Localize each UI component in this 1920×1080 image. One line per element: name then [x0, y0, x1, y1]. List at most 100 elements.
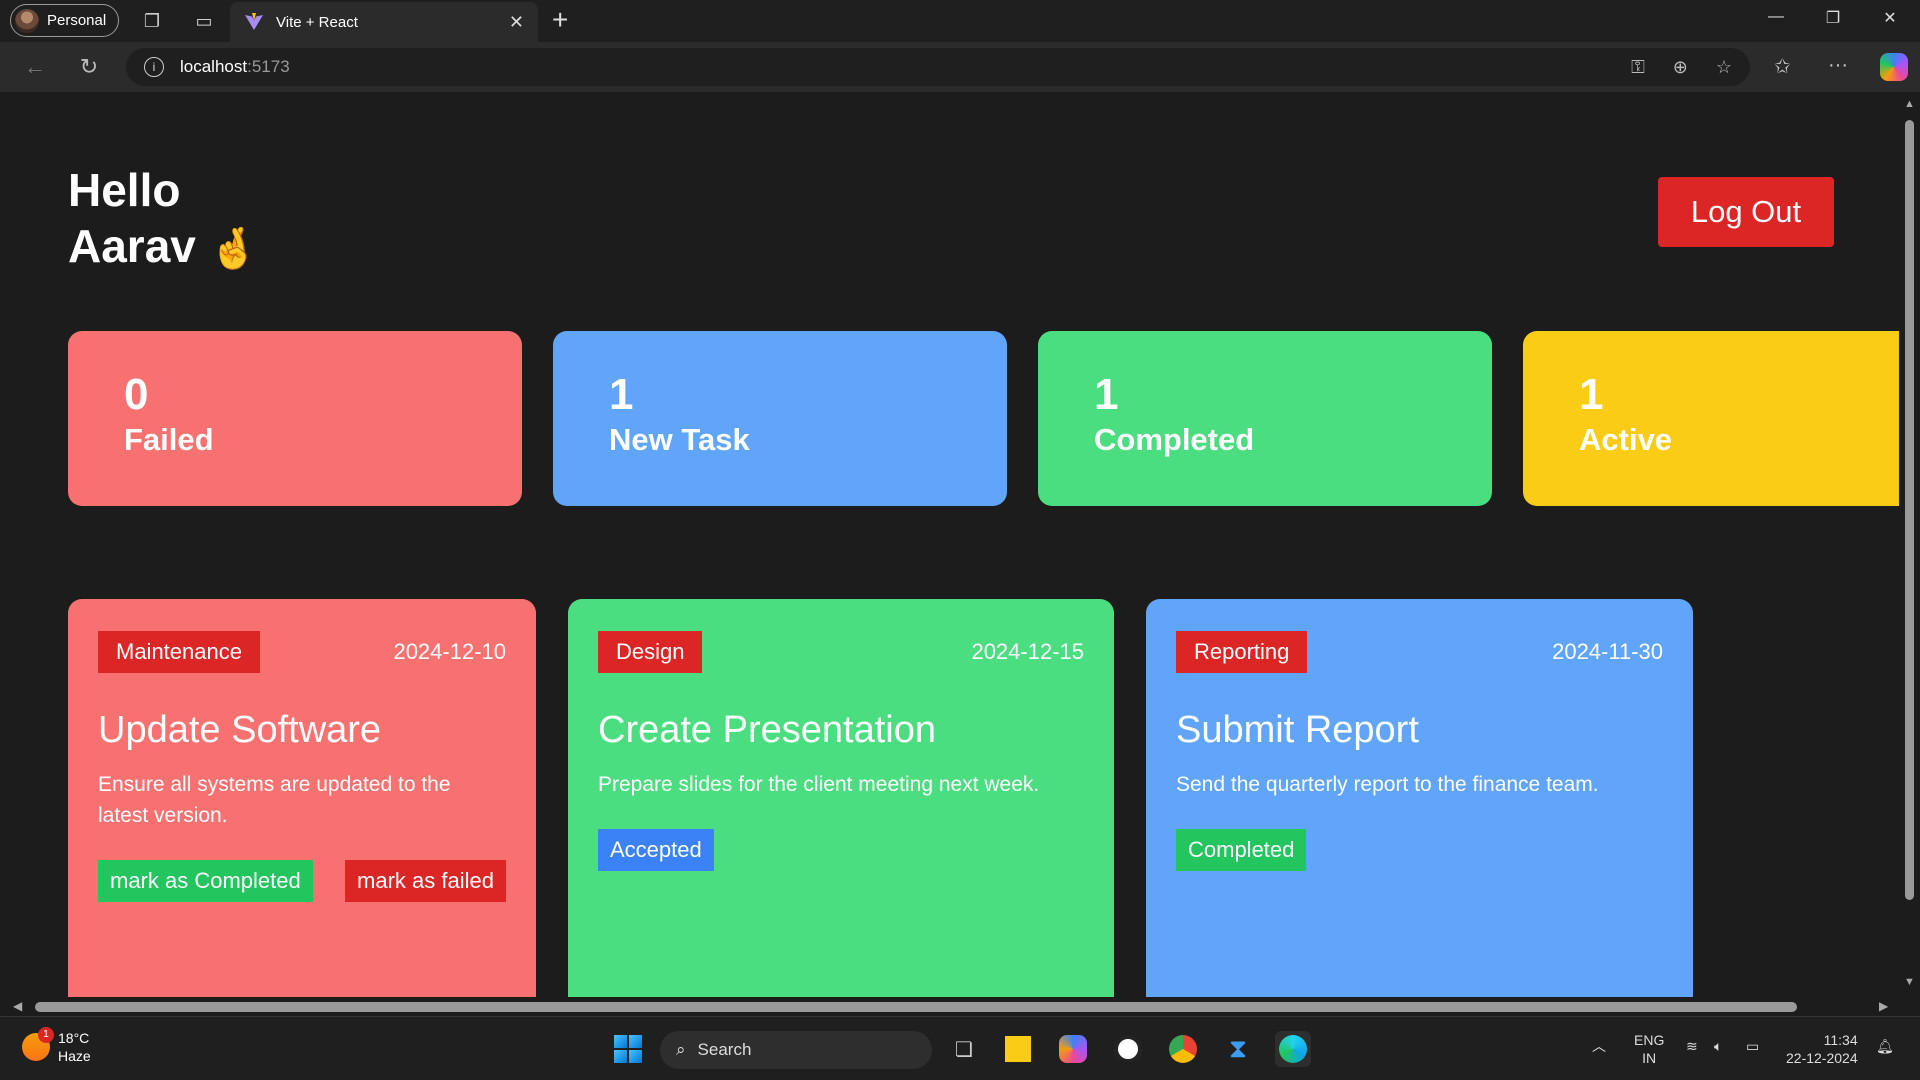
language-code: ENG: [1634, 1032, 1665, 1048]
copilot-icon[interactable]: [1880, 53, 1908, 81]
tab-actions-icon[interactable]: ▭: [192, 9, 216, 33]
scroll-right-icon[interactable]: ▶: [1879, 999, 1888, 1013]
refresh-icon[interactable]: ↻: [74, 52, 104, 82]
stat-card-failed: 0 Failed: [68, 331, 522, 506]
stat-label: New Task: [609, 422, 750, 457]
task-date: 2024-11-30: [1552, 639, 1663, 664]
address-toolbar: ← ↻ i localhost:5173 ⚿ ⊕ ☆ ✩ ···: [0, 42, 1920, 92]
task-view-icon[interactable]: ❏: [946, 1031, 982, 1067]
weather-temp: 18°C: [58, 1030, 90, 1046]
stat-card-active: 1 Active: [1523, 331, 1899, 506]
task-title: Submit Report: [1176, 709, 1419, 751]
notification-badge: 1: [38, 1027, 54, 1043]
clock[interactable]: 11:34 22-12-2024: [1786, 1031, 1858, 1067]
horizontal-scrollbar[interactable]: ◀ ▶: [5, 997, 1899, 1016]
stat-label: Completed: [1094, 422, 1255, 457]
clock-time: 11:34: [1823, 1032, 1858, 1048]
window-close-icon[interactable]: ✕: [1878, 8, 1902, 28]
profile-label: Personal: [47, 12, 107, 29]
stat-count: 1: [1094, 370, 1119, 419]
tab-title: Vite + React: [276, 13, 358, 31]
logout-button[interactable]: Log Out: [1658, 177, 1834, 247]
stat-card-completed: 1 Completed: [1038, 331, 1492, 506]
task-description: Ensure all systems are updated to the la…: [98, 773, 451, 827]
battery-icon[interactable]: ▭: [1746, 1037, 1759, 1055]
profile-button[interactable]: Personal: [10, 4, 120, 37]
task-date: 2024-12-15: [971, 639, 1084, 664]
task-date: 2024-12-10: [393, 639, 506, 664]
weather-haze-icon: 1: [22, 1027, 54, 1061]
windows-taskbar: 1 18°C Haze ⌕ Search ❏ ⧗ ︿ ENG IN ≋ 🔈︎ ▭…: [0, 1016, 1920, 1080]
task-title: Create Presentation: [598, 709, 936, 751]
task-category-badge: Maintenance: [98, 631, 260, 673]
chrome-icon[interactable]: [1165, 1031, 1201, 1067]
stat-count: 0: [124, 370, 149, 419]
status-completed-badge: Completed: [1176, 829, 1307, 871]
windows-logo-icon: [614, 1035, 642, 1063]
address-bar[interactable]: i localhost:5173 ⚿ ⊕ ☆: [126, 48, 1750, 86]
weather-desc: Haze: [58, 1048, 91, 1064]
password-key-icon[interactable]: ⚿: [1631, 57, 1645, 78]
task-title: Update Software: [98, 709, 382, 751]
vertical-scroll-thumb[interactable]: [1905, 120, 1914, 900]
tab-close-icon[interactable]: ✕: [509, 12, 524, 33]
task-card-update-software: Maintenance 2024-12-10 Update Software E…: [68, 599, 536, 997]
favorite-star-icon[interactable]: ☆: [1716, 57, 1732, 78]
mark-failed-button[interactable]: mark as failed: [345, 860, 506, 902]
sticky-notes-icon[interactable]: [1000, 1031, 1036, 1067]
greeting-heading: Hello Aarav 🤞: [68, 162, 258, 277]
more-menu-icon[interactable]: ···: [1828, 54, 1848, 77]
crossed-fingers-emoji: 🤞: [208, 227, 259, 271]
clock-date: 22-12-2024: [1786, 1050, 1858, 1066]
taskbar-search[interactable]: ⌕ Search: [660, 1031, 932, 1069]
zoom-icon[interactable]: ⊕: [1673, 57, 1688, 78]
vscode-icon[interactable]: ⧗: [1220, 1031, 1256, 1067]
new-tab-icon[interactable]: +: [552, 6, 568, 34]
stat-label: Active: [1579, 422, 1673, 457]
vertical-scrollbar[interactable]: ▲ ▼: [1899, 92, 1920, 997]
url-host: localhost: [180, 57, 248, 76]
task-category-badge: Reporting: [1176, 631, 1308, 673]
workspaces-icon[interactable]: ❐: [140, 9, 164, 33]
stat-label: Failed: [124, 422, 214, 457]
status-accepted-badge: Accepted: [598, 829, 714, 871]
search-icon: ⌕: [676, 1040, 686, 1059]
volume-icon[interactable]: 🔈︎: [1714, 1037, 1722, 1055]
task-description: Send the quarterly report to the finance…: [1176, 773, 1599, 796]
stat-count: 1: [1579, 370, 1604, 419]
greeting-line: Hello: [68, 164, 181, 216]
page-viewport: Hello Aarav 🤞 Log Out 0 Failed 1 New Tas…: [5, 92, 1899, 997]
vite-logo-icon: [245, 13, 263, 30]
minimize-icon[interactable]: —: [1764, 8, 1788, 26]
favorites-icon[interactable]: ✩: [1774, 54, 1791, 79]
browser-tab-bar: Personal ❐ ▭ Vite + React ✕ + — ❐ ✕: [0, 0, 1920, 42]
edge-icon[interactable]: [1275, 1031, 1311, 1067]
stat-card-new-task: 1 New Task: [553, 331, 1007, 506]
region-code: IN: [1642, 1050, 1657, 1066]
restore-icon[interactable]: ❐: [1821, 8, 1845, 28]
mark-completed-button[interactable]: mark as Completed: [98, 860, 313, 902]
wifi-icon[interactable]: ≋: [1686, 1037, 1698, 1055]
start-button[interactable]: [610, 1031, 646, 1067]
back-icon[interactable]: ←: [20, 52, 50, 82]
task-card-create-presentation: Design 2024-12-15 Create Presentation Pr…: [568, 599, 1114, 997]
chatgpt-icon[interactable]: [1110, 1031, 1146, 1067]
task-category-badge: Design: [598, 631, 703, 673]
user-name: Aarav: [68, 220, 196, 272]
copilot-app-icon[interactable]: [1055, 1031, 1091, 1067]
scroll-down-icon[interactable]: ▼: [1904, 976, 1915, 988]
task-description: Prepare slides for the client meeting ne…: [598, 773, 1040, 796]
site-info-icon[interactable]: i: [144, 57, 164, 77]
url-port: :5173: [247, 57, 290, 76]
scroll-left-icon[interactable]: ◀: [13, 999, 22, 1013]
weather-widget[interactable]: 1 18°C Haze: [22, 1027, 91, 1065]
stat-count: 1: [609, 370, 634, 419]
search-label: Search: [697, 1040, 752, 1059]
profile-avatar: [15, 8, 39, 33]
scroll-up-icon[interactable]: ▲: [1904, 98, 1915, 110]
language-indicator[interactable]: ENG IN: [1634, 1031, 1664, 1067]
horizontal-scroll-thumb[interactable]: [35, 1002, 1797, 1012]
notification-bell-icon[interactable]: 🔔︎: [1876, 1037, 1894, 1055]
show-hidden-icons[interactable]: ︿: [1592, 1037, 1606, 1055]
tab-vite-react[interactable]: Vite + React ✕: [230, 2, 538, 42]
